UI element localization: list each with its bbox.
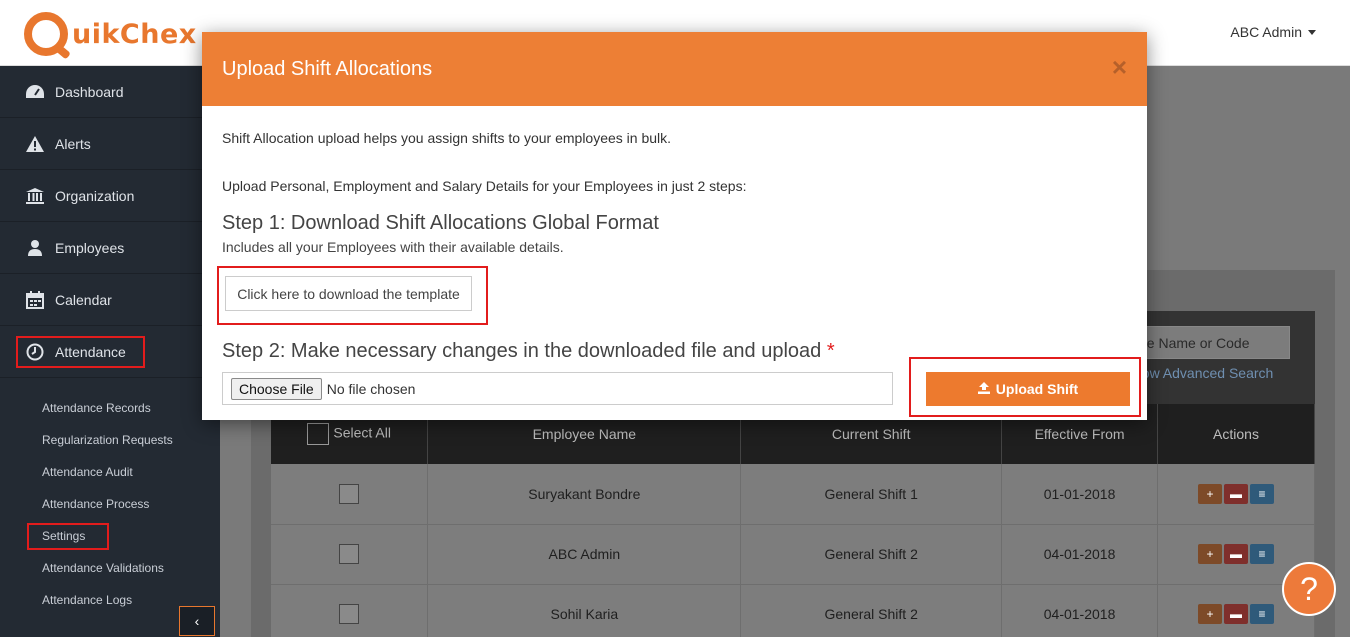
subnav-label: Regularization Requests [42,433,173,447]
subnav-label: Attendance Validations [42,561,164,575]
advanced-search-link[interactable]: how Advanced Search [1134,365,1273,381]
subnav-label: Attendance Process [42,497,150,511]
list-icon[interactable]: ≡ [1250,483,1275,504]
subnav-settings[interactable]: Settings [0,520,220,552]
effective-from-cell: 04-01-2018 [1001,584,1159,637]
sidebar: Dashboard Alerts Organization Employees … [0,66,220,637]
sidebar-item-label: Organization [55,187,135,204]
sidebar-item-attendance[interactable]: Attendance [0,326,220,378]
effective-from-cell: 01-01-2018 [1001,464,1159,525]
step1-subtitle: Includes all your Employees with their a… [222,239,564,255]
current-shift-cell: General Shift 2 [740,584,1003,637]
caret-down-icon [1308,29,1316,35]
subnav-attendance-validations[interactable]: Attendance Validations [0,552,220,584]
row-select-cell [271,584,429,637]
choose-file-button[interactable]: Choose File [231,377,322,400]
upload-shift-button[interactable]: Upload Shift [926,372,1130,406]
column-header: Actions [1157,404,1315,464]
calendar-icon [24,290,46,309]
subnav-label: Attendance Logs [42,593,133,607]
employee-search-input[interactable]: ee Name or Code [1132,326,1290,359]
sidebar-item-calendar[interactable]: Calendar [0,274,220,326]
add-icon[interactable]: + [1198,483,1223,504]
file-input[interactable]: Choose File No file chosen [222,372,893,405]
modal-body: Shift Allocation upload helps you assign… [202,106,1147,420]
actions-cell: + ▬ ≡ [1157,464,1315,525]
user-name: ABC Admin [1230,24,1302,40]
modal-header: Upload Shift Allocations × [202,32,1147,106]
add-icon[interactable]: + [1198,544,1223,564]
dashboard-icon [24,83,46,101]
current-shift-cell: General Shift 1 [740,464,1003,525]
step2-title: Step 2: Make necessary changes in the do… [222,340,822,362]
add-icon[interactable]: + [1198,604,1223,624]
subnav-attendance-records[interactable]: Attendance Records [0,392,220,424]
select-all-checkbox[interactable] [307,423,330,445]
step1-title: Step 1: Download Shift Allocations Globa… [222,212,659,234]
employee-name-cell: ABC Admin [427,524,742,585]
quikchex-logo[interactable]: uikChex [24,12,197,56]
row-checkbox[interactable] [339,483,360,504]
row-checkbox[interactable] [339,544,360,564]
table-row: ABC Admin General Shift 2 04-01-2018 + ▬ ≡ [271,524,1315,585]
help-button[interactable]: ? [1282,562,1336,616]
table-row: Suryakant Bondre General Shift 1 01-01-2… [271,464,1315,525]
employee-name-cell: Sohil Karia [427,584,742,637]
user-icon [24,239,46,257]
close-icon[interactable]: × [1112,52,1127,83]
sidebar-item-label: Employees [55,239,125,256]
upload-icon [977,381,990,397]
shift-allocation-table: Select All Employee Name Current Shift E… [271,404,1315,637]
sidebar-item-label: Alerts [55,135,91,152]
subnav-label: Attendance Audit [42,465,133,479]
sidebar-item-alerts[interactable]: Alerts [0,118,220,170]
user-menu[interactable]: ABC Admin [1230,24,1316,40]
subnav-regularization-requests[interactable]: Regularization Requests [0,424,220,456]
modal-steps-intro: Upload Personal, Employment and Salary D… [222,178,747,194]
file-status: No file chosen [326,380,416,397]
settings-highlight [27,523,109,550]
list-icon[interactable]: ≡ [1250,604,1275,624]
modal-title: Upload Shift Allocations [222,57,433,80]
sidebar-item-dashboard[interactable]: Dashboard [0,66,220,118]
effective-from-cell: 04-01-2018 [1001,524,1159,585]
bank-icon [24,187,46,205]
modal-intro: Shift Allocation upload helps you assign… [222,130,672,146]
logo-text: uikChex [72,18,197,50]
sidebar-item-label: Dashboard [55,83,124,100]
trash-icon[interactable]: ▬ [1224,544,1249,564]
trash-icon[interactable]: ▬ [1224,604,1249,624]
attendance-highlight [16,336,145,368]
row-select-cell [271,524,429,585]
row-select-cell [271,464,429,525]
sidebar-item-organization[interactable]: Organization [0,170,220,222]
download-template-button[interactable]: Click here to download the template [225,276,472,311]
sidebar-item-employees[interactable]: Employees [0,222,220,274]
sidebar-collapse-button[interactable]: ‹ [179,606,215,636]
upload-shift-modal: Upload Shift Allocations × Shift Allocat… [202,32,1147,420]
subnav-attendance-audit[interactable]: Attendance Audit [0,456,220,488]
list-icon[interactable]: ≡ [1250,544,1275,564]
trash-icon[interactable]: ▬ [1224,483,1249,504]
alert-icon [24,135,46,153]
subnav-attendance-process[interactable]: Attendance Process [0,488,220,520]
current-shift-cell: General Shift 2 [740,524,1003,585]
table-row: Sohil Karia General Shift 2 04-01-2018 +… [271,584,1315,637]
employee-name-cell: Suryakant Bondre [427,464,742,525]
select-all-label: Select All [333,424,391,441]
logo-q-mark [24,12,68,56]
subnav-label: Attendance Records [42,401,151,415]
required-mark: * [826,340,835,362]
row-checkbox[interactable] [339,604,360,624]
step2-title-row: Step 2: Make necessary changes in the do… [222,340,835,363]
upload-shift-label: Upload Shift [995,381,1079,397]
sidebar-item-label: Calendar [55,291,112,308]
